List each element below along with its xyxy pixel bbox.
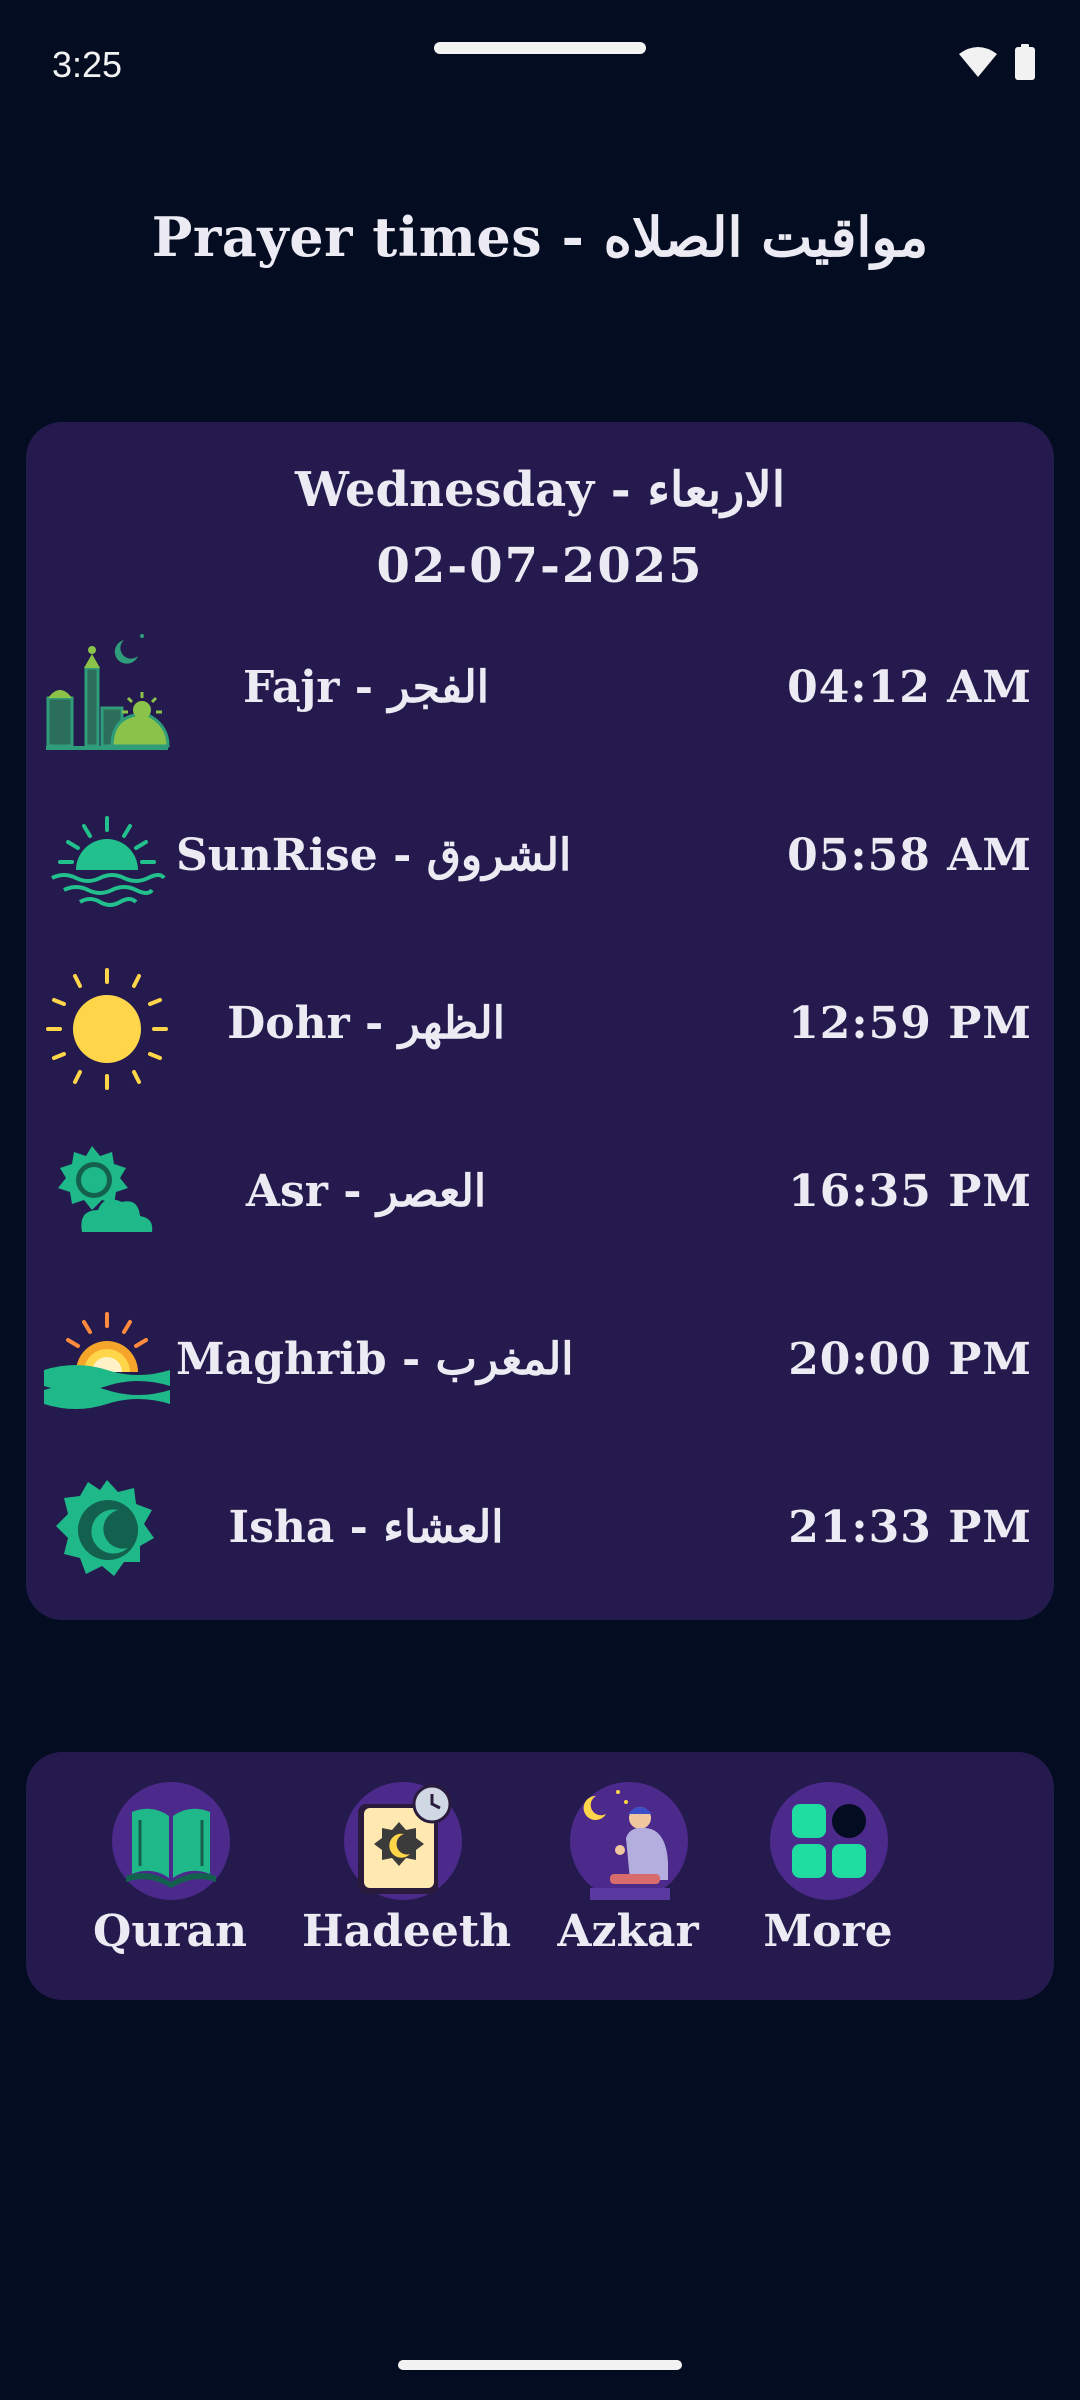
day-label: Wednesday - الاربعاء [294,462,786,518]
prayer-name: Asr - العصر [245,1166,487,1217]
praying-person-icon [570,1782,688,1900]
hadeeth-book-icon [344,1782,462,1900]
prayer-time: 21:33 PM [788,1502,1032,1553]
prayer-name: Fajr - الفجر [243,662,489,713]
prayer-name: SunRise - الشروق [176,830,572,881]
prayer-time: 12:59 PM [788,998,1032,1049]
prayer-times-card: Wednesday - الاربعاء 02-07-2025 Fajr - ا… [26,422,1054,1620]
crescent-moon-icon [56,1480,154,1576]
battery-icon [1015,44,1035,80]
bottom-nav: Quran Hadeeth Azkar More [26,1752,1054,2000]
nav-label: More [763,1906,893,1957]
prayer-name: Isha - العشاء [228,1502,504,1553]
mosque-dawn-icon [46,634,170,750]
wifi-icon [959,47,997,77]
home-indicator[interactable] [398,2360,682,2370]
nav-item-more[interactable]: More [728,1782,928,1982]
prayer-time: 05:58 AM [787,830,1032,881]
top-pill [434,42,646,54]
prayer-row-isha: Isha - العشاء 21:33 PM [26,1458,1054,1608]
quran-book-icon [112,1782,230,1900]
prayer-row-sunrise: SunRise - الشروق 05:58 AM [26,786,1054,936]
prayer-time: 04:12 AM [787,662,1032,713]
prayer-time: 20:00 PM [788,1334,1032,1385]
prayer-name: Maghrib - المغرب [176,1334,574,1385]
page-title: Prayer times - مواقيت الصلاه [151,205,929,269]
prayer-row-maghrib: Maghrib - المغرب 20:00 PM [26,1290,1054,1440]
date-label: 02-07-2025 [376,538,704,594]
nav-label: Quran [93,1906,247,1957]
nav-label: Azkar [557,1906,699,1957]
status-bar: 3:25 [0,0,1080,130]
prayer-row-asr: Asr - العصر 16:35 PM [26,1122,1054,1272]
nav-item-hadeeth[interactable]: Hadeeth [302,1782,512,1982]
sun-icon [46,968,168,1090]
nav-item-azkar[interactable]: Azkar [528,1782,728,1982]
sun-cloud-icon [58,1146,153,1232]
prayer-row-dohr: Dohr - الظهر 12:59 PM [26,954,1054,1104]
status-time: 3:25 [52,44,123,85]
sunrise-icon [51,816,166,907]
nav-item-quran[interactable]: Quran [70,1782,270,1982]
more-grid-icon [770,1782,888,1900]
sunset-icon [44,1312,170,1409]
prayer-row-fajr: Fajr - الفجر 04:12 AM [26,618,1054,768]
status-icons [958,44,1036,80]
prayer-time: 16:35 PM [788,1166,1032,1217]
nav-label: Hadeeth [302,1906,512,1957]
prayer-name: Dohr - الظهر [227,998,505,1049]
